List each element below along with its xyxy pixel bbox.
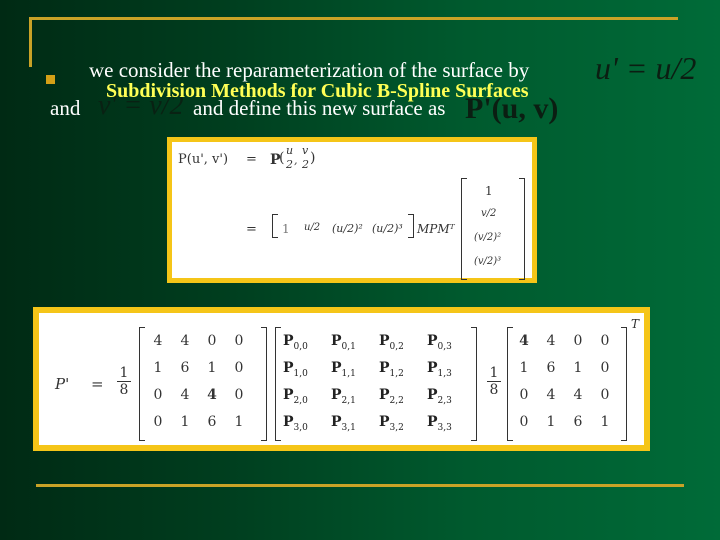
row-vec-3: (u/2)³ <box>372 222 403 235</box>
control-point-cell: P1,1 <box>331 360 356 379</box>
eq1-arg-2b: 2 <box>302 158 309 171</box>
row-vec-0: 1 <box>282 222 290 236</box>
control-point-cell: P0,2 <box>379 333 404 352</box>
control-point-cell: P1,2 <box>379 360 404 379</box>
control-point-cell: P0,3 <box>427 333 452 352</box>
left-matrix-cell: 1 <box>234 414 244 430</box>
line2-prefix: and <box>50 96 81 120</box>
eq1-lhs: P(u', v') <box>178 152 229 167</box>
row-vec-1: u/2 <box>304 222 321 233</box>
control-point-cell: P2,2 <box>379 387 404 406</box>
right-matrix-cell: 1 <box>573 360 583 376</box>
eq2-equals: = <box>91 375 104 393</box>
control-point-cell: P3,2 <box>379 414 404 433</box>
eq2-scale-left: 18 <box>117 365 131 398</box>
left-matrix-cell: 4 <box>207 387 217 403</box>
right-matrix-cell: 4 <box>546 387 556 403</box>
left-matrix-cell: 1 <box>207 360 217 376</box>
right-matrix-cell: 1 <box>546 414 556 430</box>
col-vec-3: (v/2)³ <box>474 256 502 267</box>
row-bracket-left <box>272 214 278 238</box>
right-matrix-cell: 6 <box>573 414 583 430</box>
right-matrix-cell: 0 <box>600 387 610 403</box>
right-matrix-cell: 1 <box>600 414 610 430</box>
control-point-cell: P3,0 <box>283 414 308 433</box>
left-matrix-bracket-close <box>261 327 267 441</box>
control-point-cell: P2,3 <box>427 387 452 406</box>
col-bracket-right <box>519 178 525 280</box>
control-point-cell: P1,0 <box>283 360 308 379</box>
right-matrix-cell: 4 <box>546 333 556 349</box>
eq1-middle: MPMᵀ <box>417 222 455 236</box>
eq1-equals-2: = <box>246 222 257 237</box>
left-matrix-cell: 1 <box>180 414 190 430</box>
eq1-equals-1: = <box>246 152 257 167</box>
control-point-cell: P3,3 <box>427 414 452 433</box>
right-matrix-bracket-close <box>621 327 627 441</box>
left-matrix-cell: 0 <box>153 414 163 430</box>
control-point-cell: P2,0 <box>283 387 308 406</box>
left-matrix-cell: 6 <box>207 414 217 430</box>
right-matrix-cell: 0 <box>519 414 529 430</box>
control-point-cell: P0,0 <box>283 333 308 352</box>
eq1-arg-2a: 2 <box>286 158 293 171</box>
math-u-reparam: u' = u/2 <box>595 50 697 86</box>
eq1-paren-close: ) <box>310 150 316 166</box>
eq2-scale-right: 18 <box>487 365 501 398</box>
right-matrix-cell: 0 <box>519 387 529 403</box>
frame-top-line <box>29 17 678 20</box>
left-matrix-cell: 0 <box>207 333 217 349</box>
right-matrix-cell: 6 <box>546 360 556 376</box>
left-matrix-cell: 4 <box>180 387 190 403</box>
right-matrix-cell: 1 <box>519 360 529 376</box>
scale-left-num: 1 <box>117 365 131 383</box>
equation-box-1: P(u', v') = P u 2 ( , v 2 ) = 1 u/2 (u/2… <box>167 137 537 283</box>
transpose-marker: T <box>631 317 640 331</box>
equation-box-2: P' = 18 18 T 440016100440016144001610044… <box>33 307 650 451</box>
col-vec-2: (v/2)² <box>474 232 502 243</box>
right-matrix-cell: 0 <box>573 333 583 349</box>
right-matrix-cell: 0 <box>600 360 610 376</box>
row-vec-2: (u/2)² <box>332 222 363 235</box>
left-matrix-cell: 1 <box>153 360 163 376</box>
scale-right-den: 8 <box>489 382 499 399</box>
left-matrix-cell: 6 <box>180 360 190 376</box>
control-point-cell: P2,1 <box>331 387 356 406</box>
frame-left-line <box>29 17 32 67</box>
eq1-paren-open: ( <box>279 150 285 166</box>
eq1-comma: , <box>294 154 298 167</box>
eq2-lhs: P' <box>55 375 70 393</box>
control-point-cell: P1,3 <box>427 360 452 379</box>
control-point-cell: P3,1 <box>331 414 356 433</box>
left-matrix-cell: 0 <box>153 387 163 403</box>
right-matrix-cell: 0 <box>600 333 610 349</box>
left-matrix-cell: 4 <box>153 333 163 349</box>
left-matrix-cell: 0 <box>234 360 244 376</box>
scale-left-den: 8 <box>119 382 129 399</box>
left-matrix-cell: 0 <box>234 333 244 349</box>
eq1-arg-v: v <box>302 144 309 157</box>
col-vec-1: v/2 <box>481 208 497 219</box>
col-bracket-left <box>461 178 467 280</box>
row-bracket-right <box>408 214 414 238</box>
right-matrix-cell: 4 <box>519 333 529 349</box>
frame-bottom-line <box>36 484 684 487</box>
col-vec-0: 1 <box>485 184 493 198</box>
control-matrix-bracket-open <box>275 327 281 441</box>
slide-title: Subdivision Methods for Cubic B-Spline S… <box>106 80 529 102</box>
control-point-cell: P0,1 <box>331 333 356 352</box>
eq1-arg-u: u <box>286 144 294 157</box>
right-matrix-cell: 4 <box>573 387 583 403</box>
bullet-square-icon <box>46 75 55 84</box>
scale-right-num: 1 <box>487 365 501 383</box>
left-matrix-cell: 0 <box>234 387 244 403</box>
left-matrix-cell: 4 <box>180 333 190 349</box>
